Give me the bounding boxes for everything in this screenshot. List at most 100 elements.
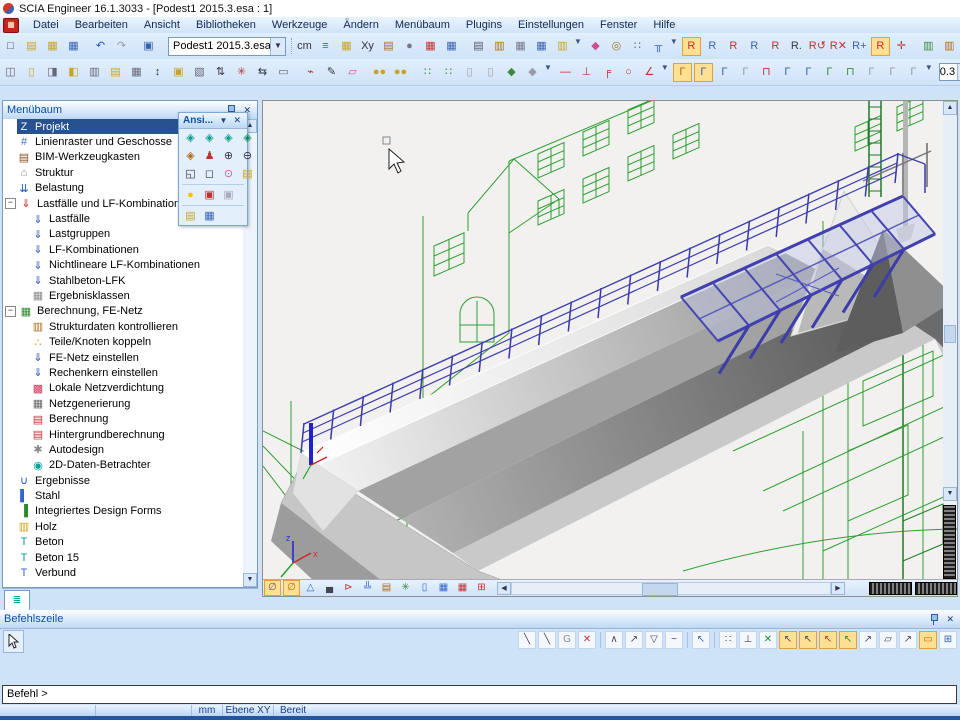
tree-item-integriertes-design-forms[interactable]: ▐Integriertes Design Forms xyxy=(3,504,257,519)
member-swap-icon[interactable]: ⇅ xyxy=(211,63,230,82)
snap-extension-icon[interactable]: ↗ xyxy=(859,631,877,649)
activity-3-icon[interactable]: R xyxy=(724,37,743,56)
snap-delete-icon[interactable]: ✕ xyxy=(578,631,596,649)
member-star-icon[interactable]: ✳ xyxy=(232,63,251,82)
hscroll-left-icon[interactable]: ◀ xyxy=(497,582,511,595)
view-axo-3-icon[interactable]: ◈ xyxy=(220,130,237,146)
center-point-icon[interactable]: ✛ xyxy=(892,37,911,56)
supports-icon[interactable]: ╩ xyxy=(359,580,376,596)
copy-multi-2-icon[interactable]: ∷ xyxy=(439,63,458,82)
grid-step-spinner[interactable]: 0.3▲▼ xyxy=(939,63,960,81)
picture-export-icon[interactable]: ▥ xyxy=(940,37,959,56)
corner-1-icon[interactable]: Γ xyxy=(673,63,692,82)
hscroll-track[interactable] xyxy=(511,582,831,595)
gallery-icon[interactable]: ▥ xyxy=(553,37,572,56)
status-plane[interactable]: Ebene XY xyxy=(223,705,274,716)
activity-6-icon[interactable]: R. xyxy=(787,37,806,56)
snap-perp-icon[interactable]: ↖ xyxy=(839,631,857,649)
draw-perp-icon[interactable]: ⊥ xyxy=(577,63,596,82)
tree-item-nichtlineare-lf-kombinationen[interactable]: ⇓Nichtlineare LF-Kombinationen xyxy=(3,258,257,273)
variables-icon[interactable]: Xy xyxy=(358,37,377,56)
chevron-down-icon[interactable]: ▼ xyxy=(220,116,228,125)
workplane-icon[interactable]: ▤ xyxy=(378,580,395,596)
cmd-close-icon[interactable]: ✕ xyxy=(944,614,956,625)
document-menu-icon[interactable]: ▦ xyxy=(3,18,19,33)
activity-1-icon[interactable]: R xyxy=(682,37,701,56)
tree-item-fe-netz-einstellen[interactable]: ⇓FE-Netz einstellen xyxy=(3,350,257,365)
activity-5-icon[interactable]: R xyxy=(766,37,785,56)
activity-4-icon[interactable]: R xyxy=(745,37,764,56)
activity-8-icon[interactable]: R✕ xyxy=(829,37,848,56)
viewport-vscrollbar[interactable]: ▲ ▼ xyxy=(943,101,957,501)
command-input[interactable]: Befehl > xyxy=(2,685,957,704)
activity-7-icon[interactable]: R↺ xyxy=(808,37,827,56)
render-surface-icon[interactable]: ∅ xyxy=(283,580,300,596)
menu-bibliotheken[interactable]: Bibliotheken xyxy=(188,18,264,32)
corner-3-icon[interactable]: Γ xyxy=(715,63,734,82)
snap-endpoint-icon[interactable]: ↗ xyxy=(625,631,643,649)
table-document-icon[interactable]: ▦ xyxy=(442,37,461,56)
snap-cross-icon[interactable]: ↖ xyxy=(819,631,837,649)
view-default-icon[interactable]: ◈ xyxy=(182,148,199,164)
tree-item-holz[interactable]: ▥Holz xyxy=(3,519,257,534)
draw-polygon-icon[interactable]: ╒ xyxy=(598,63,617,82)
snap-tangent-icon[interactable]: ~ xyxy=(665,631,683,649)
table-input-icon[interactable]: ▦ xyxy=(435,580,452,596)
coords-table-icon[interactable]: ⊞ xyxy=(939,631,957,649)
picture-icon[interactable]: ▥ xyxy=(919,37,938,56)
toolbar-overflow-icon[interactable]: ▼ xyxy=(925,63,933,72)
ruler-icon[interactable]: ▭ xyxy=(919,631,937,649)
chart-icon[interactable]: ▄ xyxy=(321,580,338,596)
tree-item-beton[interactable]: TBeton xyxy=(3,535,257,550)
palette-header[interactable]: Ansi... ▼ ✕ xyxy=(179,113,247,129)
print-preview-icon[interactable]: ▥ xyxy=(490,37,509,56)
array-2-icon[interactable]: ▯ xyxy=(481,63,500,82)
tree-item-verbund[interactable]: TVerbund xyxy=(3,565,257,580)
palette-close-icon[interactable]: ✕ xyxy=(231,115,243,126)
tree-item-berechnung[interactable]: ▤Berechnung xyxy=(3,411,257,426)
member-wall-icon[interactable]: ▤ xyxy=(106,63,125,82)
member-opening-icon[interactable]: ▧ xyxy=(190,63,209,82)
view-settings-icon[interactable]: ▦ xyxy=(201,208,218,224)
snap-mid-icon[interactable]: ↖ xyxy=(799,631,817,649)
tree-item-lokale-netzverdichtung[interactable]: ▩Lokale Netzverdichtung xyxy=(3,381,257,396)
corner-4-icon[interactable]: Γ xyxy=(736,63,755,82)
menu-menübaum[interactable]: Menübaum xyxy=(387,18,458,32)
tree-item-rechenkern-einstellen[interactable]: ⇓Rechenkern einstellen xyxy=(3,365,257,380)
menu-fenster[interactable]: Fenster xyxy=(592,18,645,32)
modify-icon[interactable]: ✎ xyxy=(322,63,341,82)
find-icon[interactable]: ◎ xyxy=(607,37,626,56)
snap-vertex-icon[interactable]: ∧ xyxy=(605,631,623,649)
member-beam-icon[interactable]: ◨ xyxy=(43,63,62,82)
volumes-icon[interactable]: △ xyxy=(302,580,319,596)
view-axo-2-icon[interactable]: ◈ xyxy=(201,130,218,146)
view-axo-4-icon[interactable]: ◈ xyxy=(239,130,256,146)
print-icon[interactable]: ▤ xyxy=(469,37,488,56)
toolbar-overflow-icon[interactable]: ▼ xyxy=(661,63,669,72)
zoom-window-icon[interactable]: ◱ xyxy=(182,166,199,182)
tree-item-teile-knoten-koppeln[interactable]: ∴Teile/Knoten koppeln xyxy=(3,334,257,349)
undo-icon[interactable]: ↶ xyxy=(91,37,110,56)
node-pair-1-icon[interactable]: ●● xyxy=(370,63,389,82)
camera-off-icon[interactable]: ▣ xyxy=(220,187,237,203)
member-rib-icon[interactable]: ◧ xyxy=(64,63,83,82)
tree-item-strukturdaten-kontrollieren[interactable]: ▥Strukturdaten kontrollieren xyxy=(3,319,257,334)
activity-2-icon[interactable]: R xyxy=(703,37,722,56)
snap-node-icon[interactable]: ↖ xyxy=(779,631,797,649)
dropdown-arrow-icon[interactable]: ▼ xyxy=(270,38,285,55)
cmd-pin-icon[interactable] xyxy=(929,614,938,625)
render-wire-icon[interactable]: ∅ xyxy=(264,580,281,596)
open-icon[interactable]: ▤ xyxy=(22,37,41,56)
snap-parallel-icon[interactable]: ▱ xyxy=(879,631,897,649)
mesh-view-icon[interactable]: ⊞ xyxy=(473,580,490,596)
scroll-down-icon[interactable]: ▼ xyxy=(243,573,257,587)
mirror-1-icon[interactable]: ◆ xyxy=(502,63,521,82)
render-sphere-icon[interactable]: ● xyxy=(400,37,419,56)
tree-item-2d-daten-betrachter[interactable]: ◉2D-Daten-Betrachter xyxy=(3,458,257,473)
tree-item-ergebnisklassen[interactable]: ▦Ergebnisklassen xyxy=(3,288,257,303)
save-icon[interactable]: ▦ xyxy=(64,37,83,56)
new-file-icon[interactable]: □ xyxy=(1,37,20,56)
units-icon[interactable]: cm xyxy=(295,37,314,56)
toolbar-overflow-icon[interactable]: ▼ xyxy=(670,37,678,46)
member-panel-icon[interactable]: ▣ xyxy=(169,63,188,82)
